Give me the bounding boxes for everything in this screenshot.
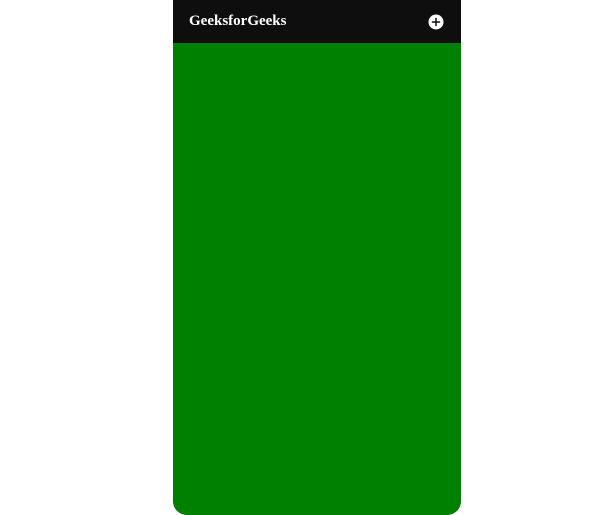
app-title: GeeksforGeeks bbox=[189, 13, 286, 30]
app-screen: GeeksforGeeks bbox=[173, 0, 461, 515]
plus-circle-icon bbox=[427, 13, 445, 31]
add-button[interactable] bbox=[427, 13, 445, 31]
content-area bbox=[173, 43, 461, 515]
app-bar: GeeksforGeeks bbox=[173, 0, 461, 43]
